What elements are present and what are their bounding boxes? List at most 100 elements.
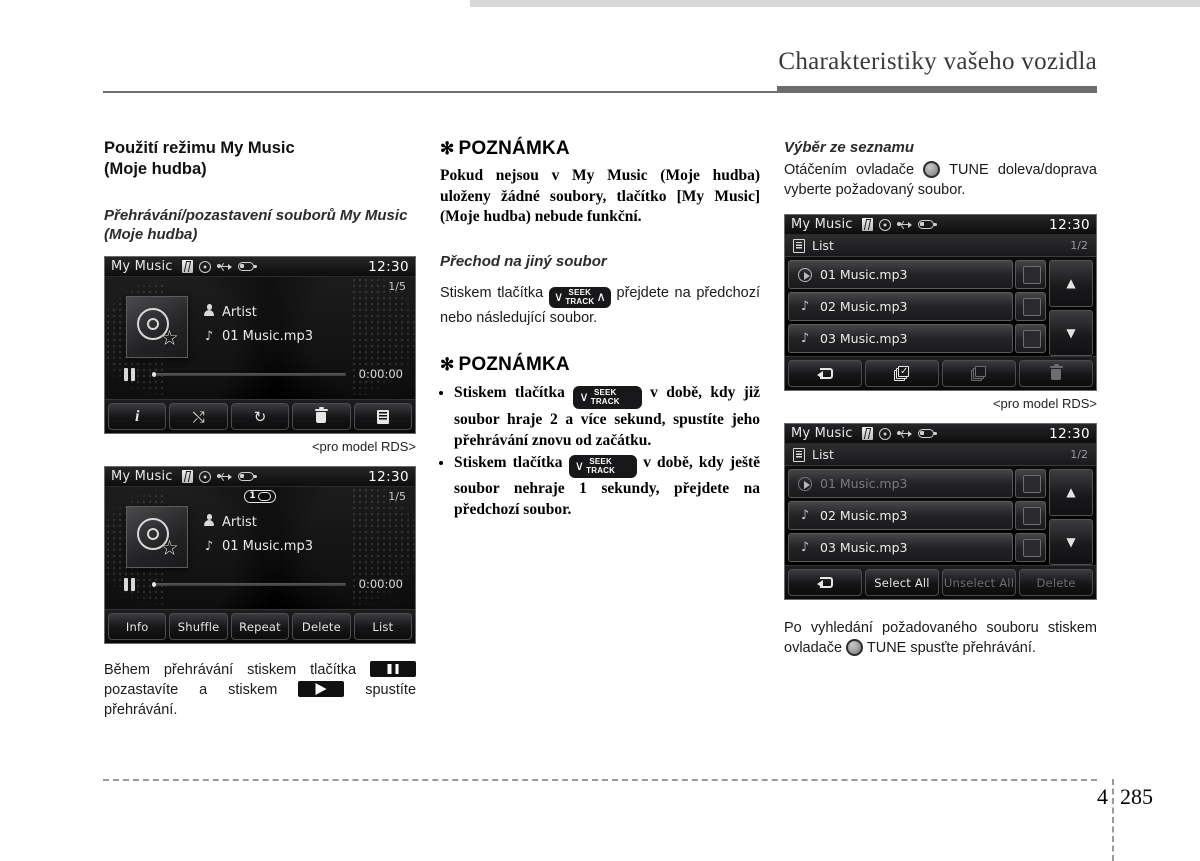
clock: 12:30: [1049, 216, 1090, 233]
shuffle-button[interactable]: ⤭: [169, 403, 228, 430]
status-bar: My Music 12:30: [105, 257, 415, 277]
blank-stack-icon: [971, 366, 987, 381]
usb-icon: [216, 472, 232, 482]
list-item-entry[interactable]: 01 Music.mp3: [788, 260, 1013, 289]
repeat-button[interactable]: Repeat: [230, 613, 290, 640]
note-bullet-list: Stiskem tlačítka ∨SEEKTRACK v době, kdy …: [440, 382, 760, 521]
progress-bar[interactable]: [152, 371, 346, 377]
delete-button[interactable]: [292, 403, 351, 430]
info-button[interactable]: i: [108, 403, 167, 430]
list-scrollbar[interactable]: ▲ ▼: [1049, 260, 1093, 356]
trash-icon: [314, 407, 328, 424]
battery-icon: [237, 262, 257, 271]
battery-icon: [917, 220, 937, 229]
list-icon: [376, 409, 389, 424]
list-scrollbar[interactable]: ▲ ▼: [1049, 469, 1093, 565]
mid-paragraph-part-1: Stiskem tlačítka: [440, 284, 544, 301]
mid-paragraph: Stiskem tlačítka ∨ SEEK TRACK ∧ přejdete na…: [440, 283, 760, 328]
note-bullet-1: Stiskem tlačítka ∨SEEKTRACK v době, kdy …: [454, 382, 760, 451]
scroll-up-button[interactable]: ▲: [1049, 469, 1093, 516]
note-bullet-2-part-1: Stiskem tlačítka: [454, 453, 563, 471]
player-body: 1 1/5 ☆ Artist ♪ 01 Music.mp3 0:00:00: [105, 487, 415, 609]
list-item-entry[interactable]: 01 Music.mp3: [788, 469, 1013, 498]
select-all-button[interactable]: ✓: [865, 360, 939, 387]
list-item-checkbox[interactable]: [1015, 292, 1046, 321]
repeat-one-number: 1: [248, 491, 257, 501]
select-all-button[interactable]: Select All: [865, 569, 939, 596]
right-column: Výběr ze seznamu Otáčením ovladače TUNE …: [784, 138, 1097, 658]
progress-bar[interactable]: [152, 581, 346, 587]
list-header-bar: List 1/2: [785, 444, 1096, 466]
left-body-part-2: pozastavíte a stiskem: [104, 682, 278, 698]
right-paragraph-1: Otáčením ovladače TUNE doleva/doprava vy…: [784, 160, 1097, 200]
seek-label-line-2: TRACK: [565, 296, 595, 306]
list-item[interactable]: ♪ 03 Music.mp3: [788, 533, 1046, 562]
list-item-label: 01 Music.mp3: [820, 267, 908, 282]
list-icon: [793, 447, 805, 462]
seek-track-key-icon: ∨ SEEK TRACK: [573, 385, 642, 409]
elapsed-time: 0:00:00: [358, 577, 403, 591]
list-item-label: 02 Music.mp3: [820, 299, 908, 314]
list-toolbar: ✓: [785, 356, 1096, 390]
list-item-checkbox[interactable]: [1015, 533, 1046, 562]
track-metadata: Artist ♪ 01 Music.mp3: [202, 304, 313, 353]
list-item-entry[interactable]: ♪ 03 Music.mp3: [788, 324, 1013, 353]
note-heading-1: ✻ POZNÁMKA: [440, 138, 760, 160]
scroll-down-button[interactable]: ▼: [1049, 518, 1093, 565]
progress-row: 0:00:00: [123, 367, 403, 381]
list-item[interactable]: 01 Music.mp3: [788, 469, 1046, 498]
back-button[interactable]: [788, 360, 862, 387]
note-icon: ♪: [204, 329, 214, 344]
header-rule-thin: [103, 91, 1097, 93]
list-item-checkbox[interactable]: [1015, 501, 1046, 530]
list-item-entry[interactable]: ♪ 02 Music.mp3: [788, 292, 1013, 321]
delete-button[interactable]: Delete: [1019, 569, 1093, 596]
screenshot-list-text: My Music 12:30 List 1/2 01 Music.mp3 ♪ 0…: [784, 423, 1097, 600]
shuffle-button[interactable]: Shuffle: [169, 613, 228, 640]
shuffle-icon: ⤭: [192, 407, 205, 426]
tune-knob-icon: [846, 639, 864, 656]
list-item[interactable]: ♪ 02 Music.mp3: [788, 501, 1046, 530]
album-art: ☆: [126, 506, 188, 568]
list-item-checkbox[interactable]: [1015, 469, 1046, 498]
scroll-down-button[interactable]: ▼: [1049, 309, 1093, 356]
page-title: Charakteristiky vašeho vozidla: [778, 48, 1097, 75]
list-item-checkbox[interactable]: [1015, 260, 1046, 289]
seek-label-line-1: SEEK: [568, 287, 592, 297]
scroll-up-button[interactable]: ▲: [1049, 260, 1093, 307]
list-button[interactable]: List: [353, 613, 413, 640]
screen-title: My Music: [791, 217, 853, 232]
delete-button[interactable]: [1019, 360, 1093, 387]
track-counter: 1/5: [388, 490, 406, 503]
left-column: Použití režimu My Music (Moje hudba) Pře…: [104, 138, 416, 720]
artist-row: Artist: [202, 304, 313, 320]
repeat-button[interactable]: ↻: [230, 403, 290, 430]
list-item[interactable]: ♪ 02 Music.mp3: [788, 292, 1046, 321]
delete-button[interactable]: Delete: [292, 613, 351, 640]
footer-rule: [103, 779, 1097, 781]
seek-label-line-1: SEEK: [593, 387, 617, 397]
note-icon: ♪: [800, 540, 810, 555]
info-icon: i: [134, 407, 140, 425]
info-button[interactable]: Info: [108, 613, 167, 640]
note-icon: ♪: [800, 508, 810, 523]
list-item[interactable]: ♪ 03 Music.mp3: [788, 324, 1046, 353]
list-item-entry[interactable]: ♪ 02 Music.mp3: [788, 501, 1013, 530]
checked-stack-icon: ✓: [894, 366, 910, 381]
back-button[interactable]: [788, 569, 862, 596]
list-body: 01 Music.mp3 ♪ 02 Music.mp3 ♪ 03 Music.m…: [785, 257, 1096, 356]
list-button[interactable]: [353, 403, 413, 430]
list-item-checkbox[interactable]: [1015, 324, 1046, 353]
unselect-all-button[interactable]: Unselect All: [942, 569, 1016, 596]
seek-track-key-icon: ∨ SEEK TRACK ∧: [548, 286, 611, 308]
screen-title: My Music: [111, 469, 173, 484]
seek-label-line-1: SEEK: [589, 457, 612, 467]
seek-label-line-2: TRACK: [586, 466, 616, 476]
list-item-entry[interactable]: ♪ 03 Music.mp3: [788, 533, 1013, 562]
status-icon-group: [181, 260, 257, 273]
screenshot-player-rds: My Music 12:30 1/5 ☆ Artist ♪ 01 Music.m…: [104, 256, 416, 434]
screenshot-player-text: My Music 12:30 1 1/5 ☆ Artist ♪ 01 Music…: [104, 466, 416, 644]
unselect-all-button[interactable]: [942, 360, 1016, 387]
back-arrow-icon: [816, 576, 834, 589]
list-item[interactable]: 01 Music.mp3: [788, 260, 1046, 289]
